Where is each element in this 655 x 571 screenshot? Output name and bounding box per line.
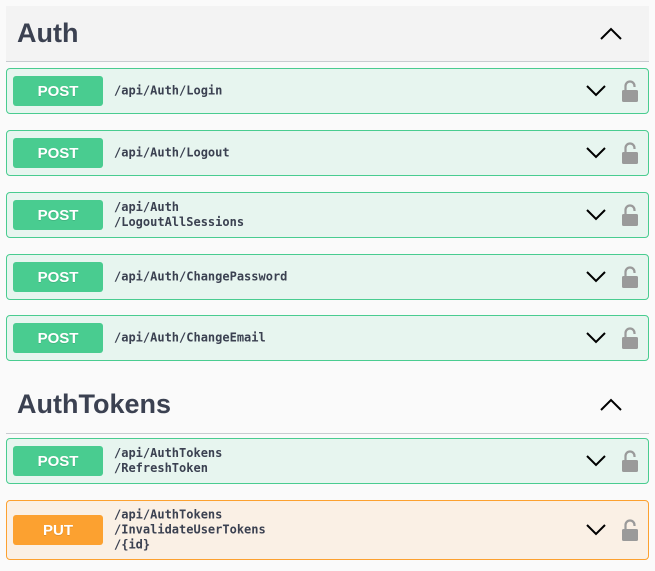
operation-row[interactable]: POST /api/Auth/Logout: [6, 130, 649, 176]
chevron-down-icon[interactable]: [586, 332, 606, 344]
chevron-down-icon[interactable]: [586, 209, 606, 221]
operation-path: /api/Auth/Login: [114, 83, 223, 98]
section-header-authtokens[interactable]: AuthTokens: [6, 376, 649, 434]
lock-icon[interactable]: [622, 519, 638, 541]
operation-path: /api/Auth/Logout: [114, 145, 230, 160]
chevron-down-icon[interactable]: [586, 85, 606, 97]
operation-row[interactable]: POST /api/Auth/Login: [6, 68, 649, 114]
operation-path: /api/Auth/ChangeEmail: [114, 330, 266, 345]
method-badge: POST: [13, 446, 103, 476]
chevron-up-icon[interactable]: [599, 398, 623, 412]
operation-row[interactable]: POST /api/Auth/ChangePassword: [6, 254, 649, 300]
section-title: Auth: [17, 18, 79, 48]
operation-path: /api/Auth/ChangePassword: [114, 269, 288, 284]
method-badge: POST: [13, 262, 103, 292]
section-title: AuthTokens: [17, 389, 171, 419]
lock-icon[interactable]: [622, 80, 638, 102]
operation-row[interactable]: POST /api/AuthTokens/RefreshToken: [6, 438, 649, 484]
lock-icon[interactable]: [622, 450, 638, 472]
method-badge: POST: [13, 138, 103, 168]
operation-path: /api/AuthTokens/InvalidateUserTokens/{id…: [114, 507, 266, 552]
operation-row[interactable]: POST /api/Auth/LogoutAllSessions: [6, 192, 649, 238]
lock-icon[interactable]: [622, 327, 638, 349]
chevron-down-icon[interactable]: [586, 455, 606, 467]
chevron-up-icon[interactable]: [599, 27, 623, 41]
method-badge: POST: [13, 76, 103, 106]
lock-icon[interactable]: [622, 204, 638, 226]
chevron-down-icon[interactable]: [586, 524, 606, 536]
operation-path: /api/AuthTokens/RefreshToken: [114, 446, 223, 475]
method-badge: PUT: [13, 515, 103, 545]
operation-row[interactable]: POST /api/Auth/ChangeEmail: [6, 315, 649, 361]
lock-icon[interactable]: [622, 142, 638, 164]
method-badge: POST: [13, 200, 103, 230]
method-badge: POST: [13, 323, 103, 353]
operation-path: /api/Auth/LogoutAllSessions: [114, 200, 245, 229]
section-header-auth[interactable]: Auth: [6, 6, 649, 62]
lock-icon[interactable]: [622, 266, 638, 288]
chevron-down-icon[interactable]: [586, 271, 606, 283]
chevron-down-icon[interactable]: [586, 147, 606, 159]
operation-row[interactable]: PUT /api/AuthTokens/InvalidateUserTokens…: [6, 500, 649, 560]
